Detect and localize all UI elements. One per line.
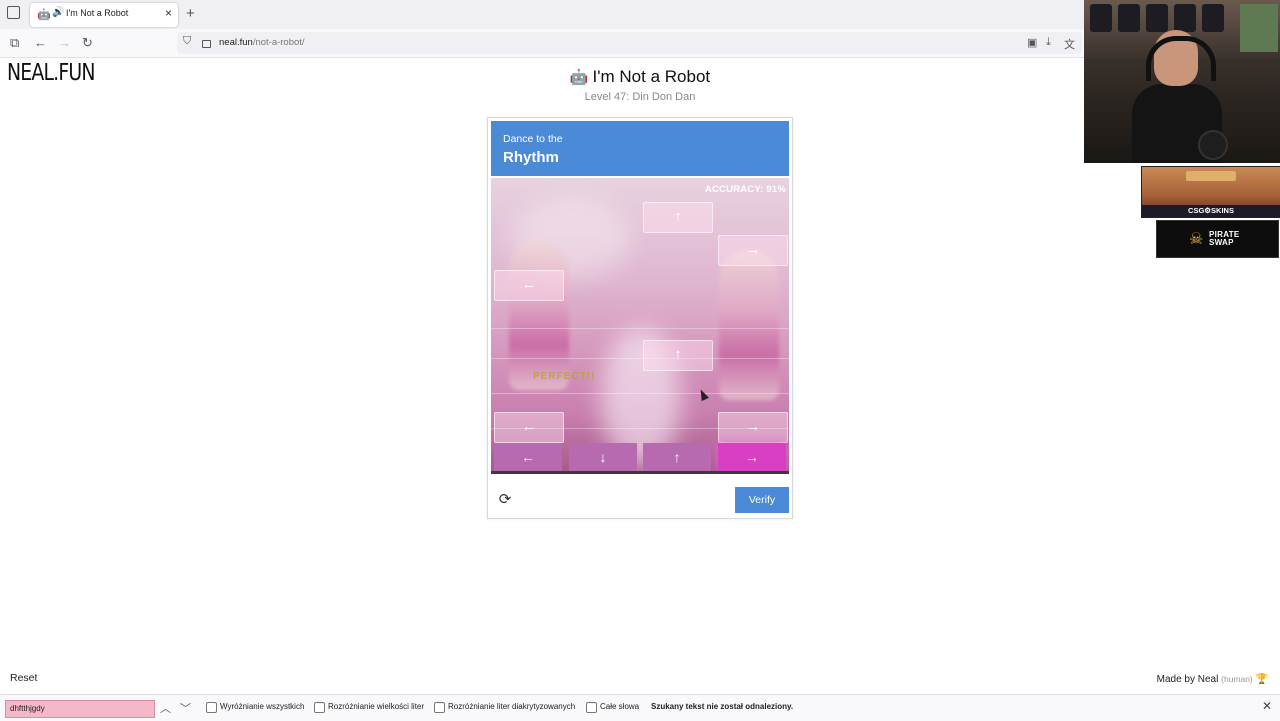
find-bar: ︿ ﹀ Wyróżnianie wszystkich Rozróżnianie … <box>0 694 1280 721</box>
nav-bar: ⧉ ← → ↻ ⛉ neal.fun/not-a-robot/ ▣ ⤓ 文 <box>0 29 1084 58</box>
captcha-header: Dance to the Rhythm <box>491 121 789 176</box>
falling-note: ↑ <box>643 340 713 371</box>
match-diacritics-checkbox[interactable] <box>434 702 445 713</box>
verify-button[interactable]: Verify <box>735 487 789 513</box>
url-text[interactable]: neal.fun/not-a-robot/ <box>219 37 305 48</box>
dancer-left <box>509 240 569 390</box>
target-key[interactable]: ↓ <box>569 443 637 472</box>
robot-favicon-icon: 🤖 <box>37 9 51 21</box>
find-previous-icon[interactable]: ︿ <box>160 700 171 716</box>
accuracy-readout: ACCURACY: 91% <box>704 184 786 195</box>
translate-icon[interactable]: 文 <box>1064 36 1075 52</box>
falling-note: → <box>718 412 788 443</box>
falling-note: ← <box>494 270 564 301</box>
target-key[interactable]: ← <box>494 443 562 472</box>
lock-icon[interactable] <box>202 40 211 48</box>
falling-note: → <box>718 235 788 266</box>
match-case-checkbox[interactable] <box>314 702 325 713</box>
webcam-overlay <box>1084 0 1280 163</box>
reset-button[interactable]: Reset <box>10 672 37 684</box>
picture-in-picture-icon[interactable]: ▣ <box>1027 36 1037 49</box>
tab-title: I'm Not a Robot <box>66 8 129 18</box>
microphone-icon <box>1198 130 1228 160</box>
download-icon[interactable]: ⤓ <box>1046 36 1051 49</box>
forward-icon[interactable]: → <box>58 35 71 50</box>
find-status: Szukany tekst nie został odnaleziony. <box>651 702 794 711</box>
tab-list-icon[interactable] <box>7 6 20 19</box>
url-bar[interactable]: ⛉ neal.fun/not-a-robot/ ▣ ⤓ 文 <box>177 32 1082 54</box>
rhythm-game-stage[interactable]: ACCURACY: 91% PERFECT!! ↑ → ← ↑ ← → ← ↓ ↑ → <box>491 178 789 474</box>
robot-icon: 🤖 <box>569 69 589 86</box>
refresh-challenge-icon[interactable]: ⟳ <box>496 490 514 508</box>
made-by-credit[interactable]: Made by Neal (human) 🏆 <box>1157 674 1268 685</box>
close-tab-icon[interactable]: × <box>165 6 172 20</box>
trophy-icon: 🏆 <box>1255 674 1268 685</box>
sidebar-icon[interactable]: ⧉ <box>10 35 19 51</box>
pirate-skull-icon: ☠ <box>1189 231 1204 248</box>
whole-words-checkbox[interactable] <box>586 702 597 713</box>
tab-bar: 🤖 🔊 I'm Not a Robot × + <box>0 0 1084 29</box>
close-find-icon[interactable]: ✕ <box>1262 699 1272 713</box>
find-input[interactable] <box>5 700 155 718</box>
dancer-right <box>719 250 779 400</box>
highlight-all-checkbox[interactable] <box>206 702 217 713</box>
speaker-icon[interactable]: 🔊 <box>52 7 64 18</box>
find-next-icon[interactable]: ﹀ <box>180 700 191 716</box>
active-tab[interactable]: 🤖 🔊 I'm Not a Robot × <box>30 3 178 27</box>
captcha-box: Dance to the Rhythm ACCURACY: 91% PERFEC… <box>487 117 793 519</box>
target-key[interactable]: → <box>718 443 786 472</box>
sponsor-banner-csgoskins: CSG⚙SKINS <box>1141 166 1280 218</box>
back-icon[interactable]: ← <box>34 35 47 50</box>
shield-icon[interactable]: ⛉ <box>183 35 191 48</box>
reload-page-icon[interactable]: ↻ <box>82 35 93 51</box>
hit-feedback: PERFECT!! <box>533 371 596 382</box>
captcha-instruction: Dance to the <box>503 133 563 145</box>
target-key[interactable]: ↑ <box>643 443 711 472</box>
falling-note: ↑ <box>643 202 713 233</box>
stage-bottom-bar <box>491 471 789 474</box>
falling-note: ← <box>494 412 564 443</box>
new-tab-icon[interactable]: + <box>186 5 195 22</box>
sponsor-banner-pirateswap: ☠ PIRATE SWAP <box>1156 220 1279 258</box>
captcha-instruction-bold: Rhythm <box>503 149 559 166</box>
